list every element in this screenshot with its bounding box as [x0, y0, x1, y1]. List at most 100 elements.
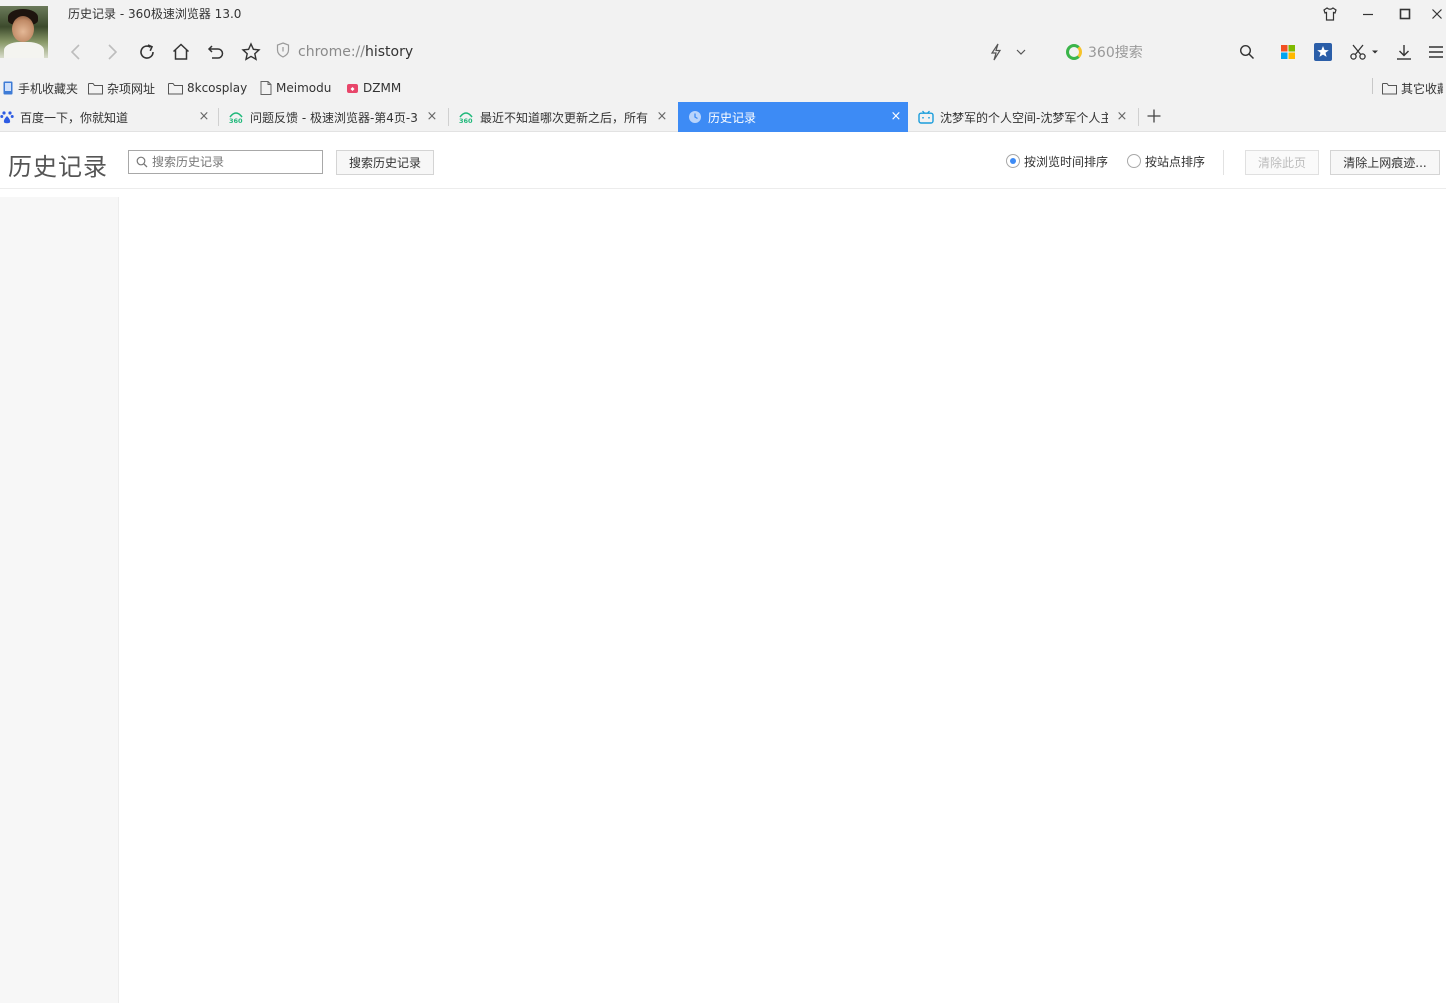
close-icon	[1432, 9, 1442, 19]
radio-selected-indicator	[1006, 154, 1020, 168]
navigation-bar: chrome:// history 360搜索	[0, 28, 1446, 76]
tab-close-button[interactable]: ×	[198, 110, 210, 123]
shield-icon	[276, 42, 290, 62]
address-bar[interactable]: chrome:// history	[276, 40, 413, 64]
skin-button[interactable]	[1318, 4, 1342, 24]
phone-icon	[2, 81, 14, 95]
download-button[interactable]	[1392, 40, 1416, 64]
search-engine-box[interactable]: 360搜索	[1066, 40, 1143, 64]
chevron-down-icon	[1016, 49, 1026, 55]
search-icon	[1239, 44, 1255, 60]
reload-button[interactable]	[135, 40, 159, 64]
clear-traces-button[interactable]: 清除上网痕迹...	[1330, 150, 1440, 175]
maximize-icon	[1399, 8, 1411, 20]
tab-baidu[interactable]: 百度一下，你就知道 ×	[0, 102, 216, 132]
undo-icon	[207, 45, 224, 59]
bookmark-folder-8kcosplay[interactable]: 8kcosplay	[168, 80, 247, 96]
download-icon	[1397, 45, 1411, 60]
toolbar-divider	[1223, 150, 1224, 175]
bookmark-label: 杂项网址	[107, 81, 156, 96]
svg-text:360: 360	[459, 117, 473, 124]
360-icon: 360	[458, 110, 474, 124]
360-icon: 360	[228, 110, 244, 124]
title-bar: 历史记录 - 360极速浏览器 13.0	[0, 0, 1446, 28]
minimize-button[interactable]	[1356, 4, 1380, 24]
tab-close-button[interactable]: ×	[656, 110, 668, 123]
favorites-star-icon	[1314, 43, 1332, 61]
tab-bilibili-space[interactable]: 沈梦军的个人空间-沈梦军个人主 ×	[918, 102, 1134, 132]
reload-icon	[140, 44, 154, 59]
tab-divider	[218, 108, 219, 126]
history-search-input[interactable]	[152, 155, 312, 169]
tab-label: 问题反馈 - 极速浏览器-第4页-3	[250, 110, 418, 125]
screenshot-dropdown[interactable]	[1368, 40, 1382, 64]
home-icon	[172, 43, 190, 60]
tab-close-button[interactable]: ×	[1116, 110, 1128, 123]
bookmarks-bar: 手机收藏夹 杂项网址 8kcosplay Meimodu DZMM 其它收藏	[0, 76, 1446, 100]
undo-close-button[interactable]	[204, 40, 228, 64]
home-button[interactable]	[169, 40, 193, 64]
history-search-box[interactable]	[128, 150, 323, 174]
back-button[interactable]	[64, 40, 88, 64]
maximize-button[interactable]	[1393, 4, 1417, 24]
new-tab-button[interactable]	[1146, 108, 1162, 124]
sort-by-site-label: 按站点排序	[1145, 154, 1206, 169]
tab-close-button[interactable]: ×	[426, 110, 438, 123]
history-list-area	[119, 197, 1446, 1003]
apps-button[interactable]	[1276, 40, 1300, 64]
bookmark-mobile-favorites[interactable]: 手机收藏夹	[2, 80, 78, 96]
search-history-button[interactable]: 搜索历史记录	[336, 150, 434, 175]
search-icon	[136, 156, 148, 168]
bilibili-icon	[918, 110, 934, 124]
sort-by-time-label: 按浏览时间排序	[1024, 154, 1109, 169]
screenshot-button[interactable]	[1346, 40, 1370, 64]
folder-icon	[88, 82, 103, 95]
bookmark-other-favorites[interactable]: 其它收藏	[1382, 80, 1443, 96]
tab-close-button[interactable]: ×	[890, 110, 902, 123]
sort-by-site-radio[interactable]: 按站点排序	[1127, 153, 1205, 169]
plus-icon	[1147, 109, 1161, 123]
bookmark-meimodu[interactable]: Meimodu	[260, 80, 331, 96]
folder-icon	[168, 82, 183, 95]
user-avatar[interactable]	[0, 6, 48, 58]
history-sidebar	[0, 197, 119, 1003]
close-window-button[interactable]	[1425, 4, 1446, 24]
forward-button[interactable]	[100, 40, 124, 64]
tab-history[interactable]: 历史记录 ×	[678, 102, 908, 132]
minimize-icon	[1363, 13, 1373, 16]
bookmark-dzmm[interactable]: DZMM	[346, 80, 401, 96]
clear-page-button[interactable]: 清除此页	[1245, 150, 1319, 175]
apps-icon	[1281, 45, 1295, 59]
bookmark-folder-misc[interactable]: 杂项网址	[88, 80, 155, 96]
dzmm-icon	[346, 82, 359, 95]
tab-update-issue[interactable]: 360 最近不知道哪次更新之后，所有 ×	[458, 102, 674, 132]
speed-mode-button[interactable]	[984, 40, 1008, 64]
caret-down-icon	[1372, 50, 1378, 54]
tab-label: 历史记录	[708, 110, 757, 125]
search-button[interactable]	[1235, 40, 1259, 64]
speed-mode-dropdown[interactable]	[1009, 40, 1033, 64]
window-title: 历史记录 - 360极速浏览器 13.0	[68, 7, 242, 21]
favorites-manager-button[interactable]	[1311, 40, 1335, 64]
address-scheme: chrome://	[298, 44, 365, 60]
search-engine-label: 360搜索	[1088, 45, 1143, 61]
bookmark-label: 8kcosplay	[187, 81, 248, 95]
radio-unselected-indicator	[1127, 154, 1141, 168]
360-search-logo-icon	[1066, 44, 1082, 60]
bookmark-label: Meimodu	[276, 81, 332, 95]
bookmark-label: DZMM	[363, 81, 402, 95]
lightning-icon	[990, 43, 1002, 61]
page-icon	[260, 81, 272, 95]
tab-label: 最近不知道哪次更新之后，所有	[480, 110, 648, 125]
tab-divider	[1138, 108, 1139, 126]
bookmarks-divider	[1372, 78, 1373, 94]
tab-feedback[interactable]: 360 问题反馈 - 极速浏览器-第4页-3 ×	[228, 102, 444, 132]
svg-text:360: 360	[229, 117, 243, 124]
back-arrow-icon	[70, 44, 80, 60]
menu-button[interactable]	[1424, 40, 1446, 64]
bookmark-star-button[interactable]	[239, 40, 263, 64]
clock-icon	[688, 110, 702, 124]
sort-by-time-radio[interactable]: 按浏览时间排序	[1006, 153, 1108, 169]
page-title: 历史记录	[8, 153, 108, 181]
folder-icon	[1382, 82, 1397, 95]
